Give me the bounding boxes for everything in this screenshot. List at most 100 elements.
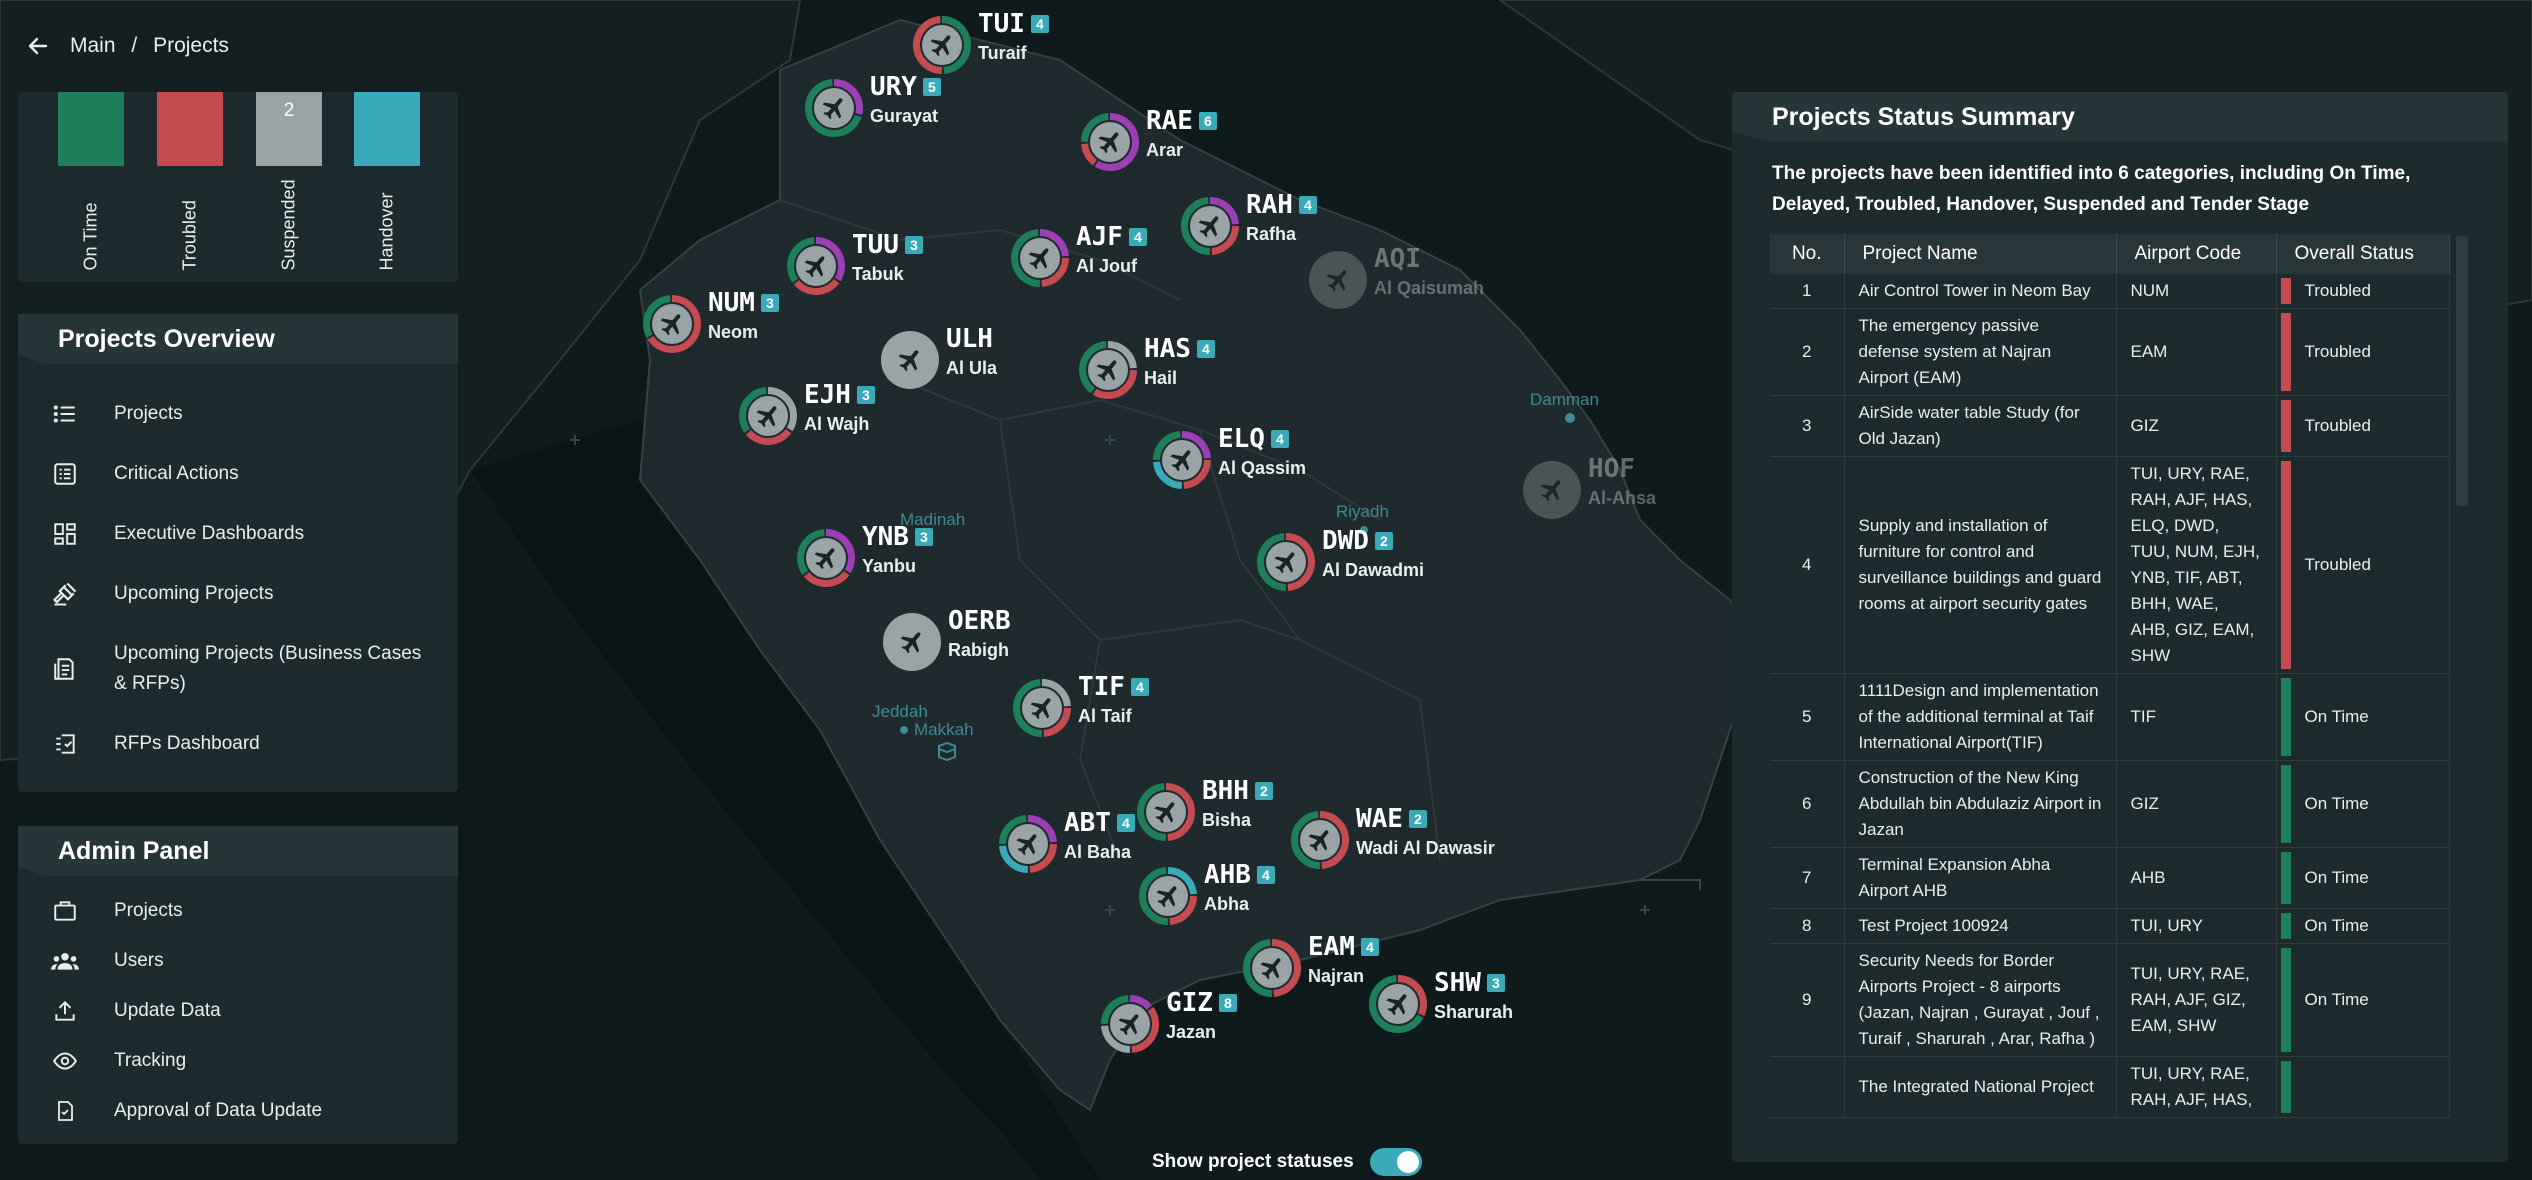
nav-label: Executive Dashboards — [114, 523, 305, 544]
airport-city: Wadi Al Dawasir — [1356, 838, 1495, 858]
table-row[interactable]: The Integrated National Project TUI, URY,… — [1770, 1056, 2450, 1118]
map-label-damman: Damman — [1530, 390, 1599, 409]
cell-no: 4 — [1770, 456, 1845, 674]
project-count-badge: 4 — [1130, 678, 1149, 696]
cell-airport-code: TUI, URY, RAE, RAH, AJF, HAS, ELQ, DWD, … — [2116, 456, 2277, 674]
table-row[interactable]: 3 AirSide water table Study (for Old Jaza… — [1770, 395, 2450, 457]
legend-swatch — [354, 92, 420, 166]
airport-city: Al Qassim — [1218, 458, 1307, 478]
airport-ring-icon — [1257, 533, 1315, 591]
toggle-label: Show project statuses — [1152, 1151, 1354, 1172]
cell-no: 8 — [1770, 908, 1845, 944]
col-no[interactable]: No. — [1770, 234, 1845, 274]
back-arrow-icon[interactable] — [22, 30, 54, 62]
airport-city: Turaif — [978, 43, 1027, 63]
airport-ring-icon — [913, 16, 971, 74]
cell-no: 6 — [1770, 760, 1845, 848]
cell-status: Troubled — [2276, 456, 2450, 674]
project-count-badge: 4 — [1298, 196, 1317, 214]
admin-nav-users[interactable]: Users — [18, 936, 458, 986]
cell-status: On Time — [2276, 847, 2450, 909]
show-statuses-toggle[interactable] — [1369, 1148, 1422, 1176]
nav-label: Tracking — [114, 1050, 187, 1071]
panel-title: Admin Panel — [18, 826, 458, 876]
airport-code-text: RAH — [1246, 190, 1293, 220]
airport-city: Abha — [1204, 894, 1249, 914]
breadcrumb-main[interactable]: Main — [70, 34, 116, 57]
admin-nav-approval[interactable]: Approval of Data Update — [18, 1086, 458, 1136]
cell-airport-code: TIF — [2116, 673, 2277, 761]
nav-label: Upcoming Projects — [114, 583, 274, 604]
airport-ring-icon — [881, 331, 939, 389]
airport-city: Al Taif — [1078, 706, 1132, 726]
admin-nav-tracking[interactable]: Tracking — [18, 1036, 458, 1086]
table-scrollbar[interactable] — [2456, 236, 2468, 506]
status-color-bar — [2280, 461, 2291, 669]
airport-ring-icon — [999, 815, 1057, 873]
admin-nav-projects[interactable]: Projects — [18, 886, 458, 936]
project-count-badge: 8 — [1218, 994, 1237, 1012]
cell-project-name: AirSide water table Study (for Old Jazan… — [1844, 395, 2117, 457]
airport-ring-icon — [1523, 461, 1581, 519]
airport-code: OERB — [948, 606, 1011, 636]
airport-code: SHW 3 — [1434, 968, 1505, 998]
airport-code-text: EJH — [804, 380, 851, 410]
airport-code: NUM 3 — [708, 288, 779, 318]
legend-swatch — [58, 92, 124, 166]
cell-status: Troubled — [2276, 274, 2450, 309]
table-row[interactable]: 1 Air Control Tower in Neom Bay NUM Trouble… — [1770, 274, 2450, 309]
nav-projects[interactable]: Projects — [18, 384, 458, 444]
breadcrumb-separator: / — [131, 34, 138, 57]
airport-code-text: YNB — [862, 522, 909, 552]
airport-code-text: DWD — [1322, 526, 1369, 556]
breadcrumb-projects: Projects — [153, 34, 229, 57]
airport-city: Al Wajh — [804, 414, 870, 434]
summary-intro: The projects have been identified into 6… — [1772, 163, 2411, 215]
projects-overview-panel: Projects Overview Projects Critical Acti… — [18, 314, 458, 792]
table-row[interactable]: 9 Security Needs for Border Airports Proj… — [1770, 943, 2450, 1057]
airport-code: RAE 6 — [1146, 106, 1217, 136]
table-header-row: No. Project Name Airport Code Overall St… — [1770, 234, 2450, 274]
upload-icon — [48, 994, 82, 1028]
legend-label: Suspended — [278, 179, 299, 271]
airport-ring-icon — [1291, 811, 1349, 869]
airport-ring-icon — [797, 529, 855, 587]
airport-city: Al Dawadmi — [1322, 560, 1425, 580]
kaaba-icon — [936, 740, 958, 767]
dashboard-icon — [48, 517, 82, 551]
table-row[interactable]: 6 Construction of the New King Abdullah b… — [1770, 760, 2450, 848]
airport-code-text: AQI — [1374, 244, 1421, 274]
airport-ring-icon — [1243, 939, 1301, 997]
project-count-badge: 4 — [1116, 814, 1135, 832]
nav-rfps-dashboard[interactable]: RFPs Dashboard — [18, 714, 458, 774]
airport-ring-icon — [883, 613, 941, 671]
project-count-badge: 4 — [1270, 430, 1289, 448]
col-airport-code[interactable]: Airport Code — [2116, 234, 2277, 274]
table-row[interactable]: 7 Terminal Expansion Abha Airport AHB AHB O… — [1770, 847, 2450, 909]
nav-critical-actions[interactable]: Critical Actions — [18, 444, 458, 504]
status-color-bar — [2280, 400, 2291, 452]
nav-upcoming-projects[interactable]: Upcoming Projects — [18, 564, 458, 624]
table-row[interactable]: 5 1111Design and implementation of the ad… — [1770, 673, 2450, 761]
nav-upcoming-business-cases[interactable]: Upcoming Projects (Business Cases & RFPs… — [18, 624, 458, 714]
table-row[interactable]: 4 Supply and installation of furniture fo… — [1770, 456, 2450, 674]
status-text: Troubled — [2304, 555, 2371, 574]
airport-code: WAE 2 — [1356, 804, 1427, 834]
airport-code: DWD 2 — [1322, 526, 1393, 556]
status-color-bar — [2280, 852, 2291, 904]
col-overall-status[interactable]: Overall Status — [2276, 234, 2450, 274]
table-row[interactable]: 2 The emergency passive defense system at… — [1770, 308, 2450, 396]
approval-icon — [48, 1094, 82, 1128]
project-count-badge: 2 — [1374, 532, 1393, 550]
admin-nav-update-data[interactable]: Update Data — [18, 986, 458, 1036]
airport-ring-icon — [1137, 783, 1195, 841]
airport-code-text: TUU — [852, 230, 899, 260]
status-text: Troubled — [2304, 281, 2371, 300]
cell-airport-code: EAM — [2116, 308, 2277, 396]
status-text: Troubled — [2304, 416, 2371, 435]
table-row[interactable]: 8 Test Project 100924 TUI, URY On Time — [1770, 908, 2450, 944]
airport-ring-icon — [1309, 251, 1367, 309]
col-project-name[interactable]: Project Name — [1844, 234, 2117, 274]
nav-executive-dashboards[interactable]: Executive Dashboards — [18, 504, 458, 564]
airport-code: HOF — [1588, 454, 1635, 484]
